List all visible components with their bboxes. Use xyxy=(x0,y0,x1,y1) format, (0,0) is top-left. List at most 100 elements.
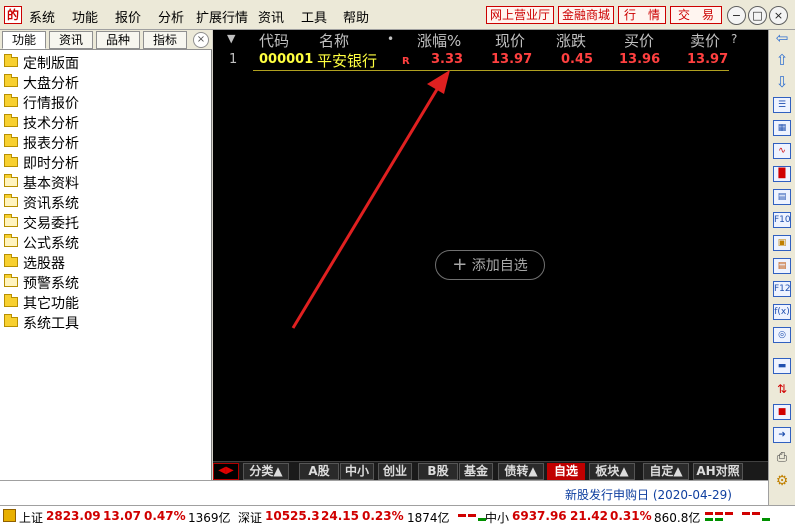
function-item[interactable]: 其它功能 xyxy=(0,292,210,312)
market-button[interactable]: 行 情 xyxy=(618,6,666,24)
tab-a-share[interactable]: A股 xyxy=(299,463,339,480)
function-item[interactable]: 资讯系统 xyxy=(0,192,210,212)
arrow-left-icon[interactable]: ⇦ xyxy=(773,30,791,46)
folder-open-icon xyxy=(4,214,18,227)
status-menu-icon[interactable] xyxy=(3,509,16,522)
sz-name[interactable]: 深证 xyxy=(238,509,262,526)
function-item[interactable]: 大盘分析 xyxy=(0,72,210,92)
trade-button[interactable]: 交 易 xyxy=(670,6,722,24)
right-toolbar: ⇦ ⇧ ⇩ ☰ ▦ ∿ █ ▤ F10 ▣ ▤ F12 f(x) ◎ ▬ ⇅ ■… xyxy=(768,30,795,505)
line-chart-icon[interactable]: ∿ xyxy=(773,143,791,159)
function-item-label: 大盘分析 xyxy=(23,76,79,92)
function-item[interactable]: 系统工具 xyxy=(0,312,210,332)
target-icon[interactable]: ◎ xyxy=(773,327,791,343)
zx-change: 21.42 xyxy=(570,509,608,523)
function-item[interactable]: 技术分析 xyxy=(0,112,210,132)
folder-icon xyxy=(4,94,18,107)
arrow-down-icon[interactable]: ⇩ xyxy=(773,74,791,90)
function-list: 定制版面大盘分析 行情报价 技术分析报表分析即时分析 基本资料资讯系统交易委托 公式系统… xyxy=(0,52,210,332)
panel-close-icon[interactable]: × xyxy=(193,32,209,48)
menu-system[interactable]: 系统 xyxy=(29,7,55,26)
info-icon[interactable]: ▤ xyxy=(773,258,791,274)
zx-strength-icon xyxy=(705,509,741,523)
quote-table: ▼ 代码 名称 • 涨幅% 现价 涨跌 买价 卖价 ? 1 000001 平安银… xyxy=(213,30,768,461)
tab-category[interactable]: 分类▲ xyxy=(243,463,289,480)
tab-scroll-icon[interactable]: ◀▶ xyxy=(213,463,239,480)
function-item[interactable]: 公式系统 xyxy=(0,232,210,252)
menu-help[interactable]: 帮助 xyxy=(343,7,369,26)
folder-open-icon xyxy=(4,194,18,207)
menu-extended-quote[interactable]: 扩展行情 xyxy=(196,7,248,26)
tab-convertible[interactable]: 债转▲ xyxy=(498,463,544,480)
maximize-button[interactable]: □ xyxy=(748,6,767,25)
plus-icon: + xyxy=(452,254,468,275)
tab-sme[interactable]: 中小 xyxy=(340,463,374,480)
finance-mall-button[interactable]: 金融商城 xyxy=(558,6,614,24)
function-item-label: 资讯系统 xyxy=(23,196,79,212)
arrow-shaft xyxy=(291,85,441,329)
tab-watchlist[interactable]: 自选 xyxy=(547,463,585,480)
function-item[interactable]: 定制版面 xyxy=(0,52,210,72)
function-item-label: 系统工具 xyxy=(23,316,79,332)
zx-volume: 860.8亿 xyxy=(654,511,701,525)
app-logo-icon[interactable]: 的 xyxy=(4,6,22,24)
folder-open-icon xyxy=(4,234,18,247)
sz-volume: 1874亿 xyxy=(407,511,450,525)
function-panel-tabs: 功能 资讯 品种 指标 × xyxy=(0,30,212,50)
function-item[interactable]: 即时分析 xyxy=(0,152,210,172)
function-item-label: 交易委托 xyxy=(23,216,79,232)
folder-icon xyxy=(4,254,18,267)
menu-news[interactable]: 资讯 xyxy=(258,7,284,26)
login-icon[interactable]: ➜ xyxy=(773,427,791,443)
tab-custom[interactable]: 自定▲ xyxy=(643,463,689,480)
folder-icon[interactable]: ▬ xyxy=(773,358,791,374)
function-item[interactable]: 选股器 xyxy=(0,252,210,272)
report-icon[interactable]: ▤ xyxy=(773,189,791,205)
grid-icon[interactable]: ▦ xyxy=(773,120,791,136)
sh-pct: 0.47% xyxy=(144,509,186,523)
print-icon[interactable]: ⎙ xyxy=(773,450,791,466)
info-strip: 新股发行申购日 (2020-04-29) xyxy=(0,480,795,505)
sh-name[interactable]: 上证 xyxy=(19,509,43,526)
tab-function[interactable]: 功能 xyxy=(2,31,46,49)
menu-analysis[interactable]: 分析 xyxy=(158,7,184,26)
online-hall-button[interactable]: 网上营业厅 xyxy=(486,6,554,24)
function-item[interactable]: 预警系统 xyxy=(0,272,210,292)
close-button[interactable]: × xyxy=(769,6,788,25)
menu-function[interactable]: 功能 xyxy=(72,7,98,26)
menu-quote[interactable]: 报价 xyxy=(115,7,141,26)
tab-b-share[interactable]: B股 xyxy=(418,463,458,480)
menu-tools[interactable]: 工具 xyxy=(301,7,327,26)
sort-icon[interactable]: ⇅ xyxy=(773,381,791,397)
arrow-up-icon[interactable]: ⇧ xyxy=(773,52,791,68)
folder-open-icon xyxy=(4,274,18,287)
function-item-label: 报表分析 xyxy=(23,136,79,152)
quote-list-icon[interactable]: ☰ xyxy=(773,97,791,113)
f10-icon[interactable]: F10 xyxy=(773,212,791,228)
tab-variety[interactable]: 品种 xyxy=(96,31,140,49)
tab-indicator[interactable]: 指标 xyxy=(143,31,187,49)
zx-name[interactable]: 中小 xyxy=(485,509,509,526)
minimize-button[interactable]: − xyxy=(727,6,746,25)
tab-fund[interactable]: 基金 xyxy=(459,463,493,480)
function-item[interactable]: 行情报价 xyxy=(0,92,210,112)
sector-tabs: ◀▶ 分类▲ A股 中小 创业 B股 基金 债转▲ 自选 板块▲ 自定▲ AH对… xyxy=(213,461,768,480)
function-item[interactable]: 报表分析 xyxy=(0,132,210,152)
sz-change: 24.15 xyxy=(321,509,359,523)
tab-sector[interactable]: 板块▲ xyxy=(589,463,635,480)
kline-icon[interactable]: █ xyxy=(773,166,791,182)
tab-news[interactable]: 资讯 xyxy=(49,31,93,49)
select-icon[interactable]: ■ xyxy=(773,404,791,420)
f12-icon[interactable]: F12 xyxy=(773,281,791,297)
function-item-label: 即时分析 xyxy=(23,156,79,172)
folder-icon xyxy=(4,134,18,147)
tab-gem[interactable]: 创业 xyxy=(378,463,412,480)
finance-icon[interactable]: ▣ xyxy=(773,235,791,251)
formula-icon[interactable]: f(x) xyxy=(773,304,791,320)
settings-icon[interactable]: ⚙ xyxy=(773,473,791,489)
function-item[interactable]: 基本资料 xyxy=(0,172,210,192)
tab-ah-compare[interactable]: AH对照 xyxy=(693,463,743,480)
ipo-date-link[interactable]: 新股发行申购日 (2020-04-29) xyxy=(565,486,732,503)
add-watchlist-button[interactable]: + 添加自选 xyxy=(435,250,545,280)
function-item[interactable]: 交易委托 xyxy=(0,212,210,232)
